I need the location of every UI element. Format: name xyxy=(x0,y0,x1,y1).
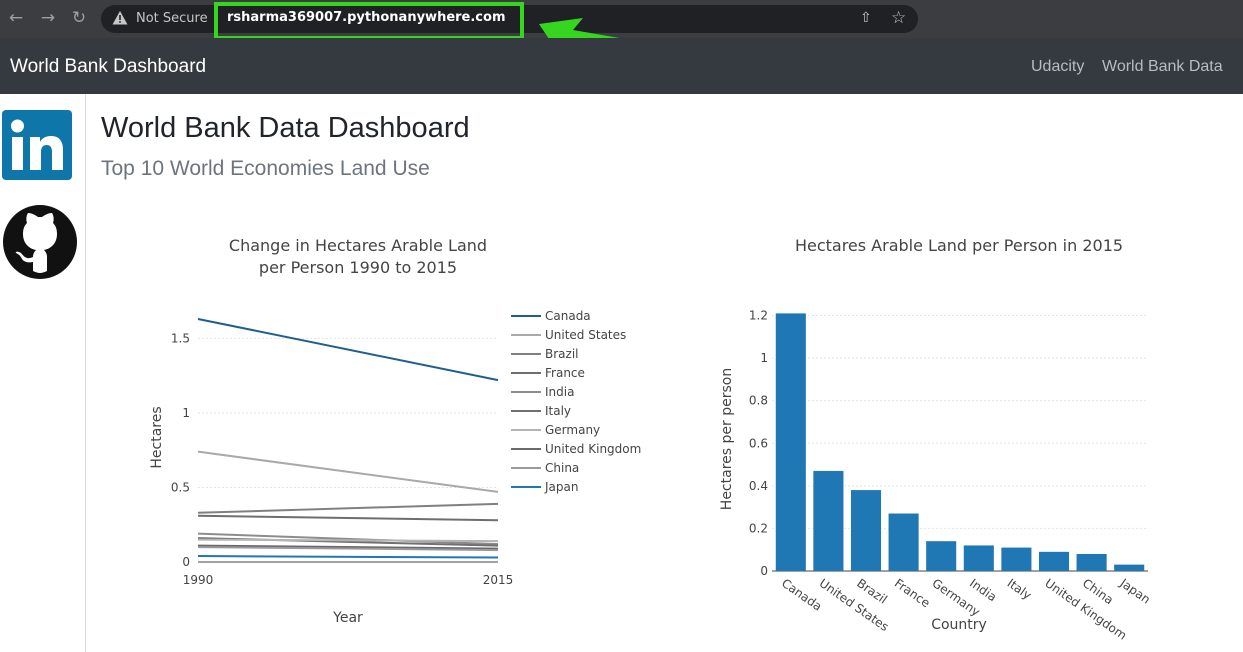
series-line-brazil xyxy=(197,502,499,514)
chart-title-line-2: per Person 1990 to 2015 xyxy=(259,258,457,277)
series-line-germany xyxy=(197,538,499,543)
legend-label: Japan xyxy=(544,480,578,494)
legend-label: Brazil xyxy=(545,347,579,361)
y-tick-label: 0.6 xyxy=(749,436,768,450)
legend-label: United States xyxy=(545,328,626,342)
page-title: World Bank Data Dashboard xyxy=(101,112,470,144)
x-tick-label: Japan xyxy=(1117,575,1153,606)
bar-canada xyxy=(775,313,806,571)
bar-japan xyxy=(1114,564,1145,571)
legend-label: Italy xyxy=(545,404,571,418)
x-tick-label: Canada xyxy=(779,576,824,614)
y-axis-label: Hectares per person xyxy=(719,368,735,510)
bar-germany xyxy=(926,541,957,571)
navbar-brand[interactable]: World Bank Dashboard xyxy=(10,56,206,78)
chart-title: Hectares Arable Land per Person in 2015 xyxy=(795,236,1123,255)
series-line-france xyxy=(197,514,499,522)
y-tick-label: 1.5 xyxy=(171,331,190,345)
y-tick-label: 1 xyxy=(760,351,768,365)
bar-india xyxy=(963,545,994,571)
chart-title-line-1: Change in Hectares Arable Land xyxy=(229,236,487,255)
x-tick-label: 1990 xyxy=(183,573,214,587)
legend-label: India xyxy=(545,385,574,399)
y-axis-label: Hectares xyxy=(149,406,165,468)
page-subtitle: Top 10 World Economies Land Use xyxy=(101,157,430,180)
bar-chart: Hectares Arable Land per Person in 2015 0… xyxy=(719,236,1153,643)
warning-icon xyxy=(112,11,128,25)
series-line-united-states xyxy=(197,450,499,493)
y-tick-label: 0.8 xyxy=(749,394,768,408)
line-chart: Change in Hectares Arable Land per Person… xyxy=(149,236,641,626)
y-tick-label: 0 xyxy=(182,555,190,569)
url-highlight-box xyxy=(214,2,524,40)
legend-label: China xyxy=(545,461,579,475)
x-tick-label: Italy xyxy=(1005,576,1034,602)
y-tick-label: 1.2 xyxy=(749,309,768,323)
legend-label: Germany xyxy=(545,423,600,437)
reload-icon[interactable]: ↻ xyxy=(68,7,90,29)
legend-label: United Kingdom xyxy=(545,442,641,456)
nav-link-world-bank-data[interactable]: World Bank Data xyxy=(1102,58,1223,76)
legend-label: Canada xyxy=(545,309,591,323)
x-axis-label: Year xyxy=(332,610,363,626)
nav-link-udacity[interactable]: Udacity xyxy=(1031,58,1084,76)
forward-arrow-icon[interactable]: → xyxy=(37,7,59,29)
x-tick-label: France xyxy=(892,576,933,610)
linkedin-icon[interactable] xyxy=(2,110,72,180)
bar-brazil xyxy=(850,490,882,571)
bar-china xyxy=(1076,553,1107,571)
bookmark-star-icon[interactable]: ☆ xyxy=(891,8,906,28)
bar-france xyxy=(888,513,919,571)
y-tick-label: 0.5 xyxy=(171,480,190,494)
series-line-canada xyxy=(197,317,499,382)
bar-italy xyxy=(1001,547,1032,571)
x-tick-label: 2015 xyxy=(483,573,514,587)
share-icon[interactable]: ⇧ xyxy=(860,10,872,26)
bar-united-states xyxy=(813,470,844,571)
y-tick-label: 0 xyxy=(760,564,768,578)
y-tick-label: 0.4 xyxy=(749,479,768,493)
back-arrow-icon[interactable]: ← xyxy=(5,7,27,29)
github-icon[interactable] xyxy=(2,204,78,280)
security-status-label[interactable]: Not Secure xyxy=(136,11,208,26)
y-tick-label: 0.2 xyxy=(749,521,768,535)
series-line-japan xyxy=(197,555,499,559)
legend-label: France xyxy=(545,366,585,380)
bar-united-kingdom xyxy=(1038,551,1070,571)
x-axis-label: Country xyxy=(931,617,987,633)
y-tick-label: 1 xyxy=(182,406,190,420)
